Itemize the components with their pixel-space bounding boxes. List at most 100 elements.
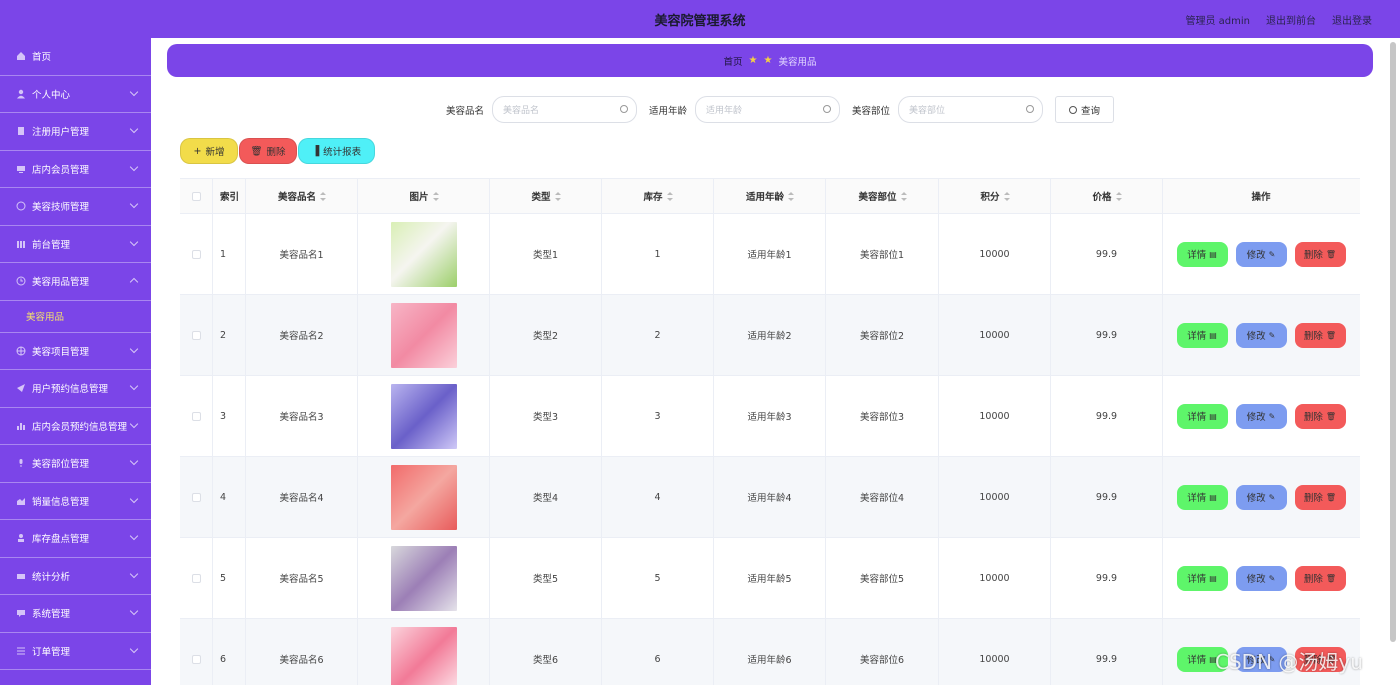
cell-stock: 4 bbox=[602, 457, 714, 537]
sidebar-item-beauty-parts[interactable]: 美容部位管理 bbox=[0, 445, 151, 483]
sort-icon bbox=[1115, 191, 1122, 201]
sidebar-item-member-booking[interactable]: 店内会员预约信息管理 bbox=[0, 408, 151, 445]
product-thumbnail[interactable] bbox=[390, 464, 457, 530]
sidebar-item-user-booking[interactable]: 用户预约信息管理 bbox=[0, 370, 151, 408]
cell-name: 美容品名1 bbox=[246, 214, 358, 294]
edit-button-label: 修改 bbox=[1246, 574, 1266, 585]
sidebar-item-home[interactable]: 首页 bbox=[0, 38, 151, 76]
pencil-icon: ✎ bbox=[1268, 492, 1276, 502]
detail-button[interactable]: 详情 ▤ bbox=[1176, 565, 1228, 591]
admin-user-label[interactable]: 管理员 admin bbox=[1185, 12, 1250, 27]
row-checkbox[interactable] bbox=[191, 492, 201, 502]
chevron-down-icon bbox=[129, 124, 139, 134]
col-image[interactable]: 图片 bbox=[358, 179, 490, 213]
row-checkbox-cell bbox=[180, 295, 213, 375]
sidebar-subitem-beauty-products[interactable]: 美容用品 bbox=[0, 301, 151, 333]
detail-button-label: 详情 bbox=[1187, 493, 1207, 504]
cell-type: 类型6 bbox=[490, 619, 602, 685]
detail-button[interactable]: 详情 ▤ bbox=[1176, 241, 1228, 267]
age-search-label: 适用年龄 bbox=[649, 105, 688, 117]
edit-button[interactable]: 修改 ✎ bbox=[1235, 403, 1287, 429]
delete-button[interactable]: 删除 🗑 bbox=[1294, 403, 1346, 429]
sidebar-item-beauty-projects[interactable]: 美容项目管理 bbox=[0, 333, 151, 370]
sidebar-item-sales[interactable]: 销量信息管理 bbox=[0, 483, 151, 520]
sidebar-item-members[interactable]: 店内会员管理 bbox=[0, 151, 151, 188]
chevron-down-icon bbox=[129, 569, 139, 578]
row-checkbox-cell bbox=[180, 538, 213, 618]
col-age[interactable]: 适用年龄 bbox=[714, 179, 826, 213]
batch-delete-button[interactable]: 🗑 删除 bbox=[239, 138, 297, 164]
row-checkbox[interactable] bbox=[191, 411, 201, 421]
select-all-checkbox[interactable] bbox=[191, 191, 201, 201]
sidebar-item-personal[interactable]: 个人中心 bbox=[0, 76, 151, 113]
sidebar-item-statistics[interactable]: 统计分析 bbox=[0, 558, 151, 595]
sidebar-item-orders[interactable]: 订单管理 bbox=[0, 633, 151, 670]
sidebar-item-front-desk[interactable]: 前台管理 bbox=[0, 226, 151, 263]
table-row: 5 美容品名5 类型5 5 适用年龄5 美容部位5 10000 99.9 详情 ▤ 修改 ✎ 删除 🗑 bbox=[180, 538, 1360, 619]
col-points[interactable]: 积分 bbox=[939, 179, 1051, 213]
col-name[interactable]: 美容品名 bbox=[246, 179, 358, 213]
query-button[interactable]: 查询 bbox=[1055, 96, 1115, 123]
col-part-label: 美容部位 bbox=[858, 192, 897, 203]
delete-button[interactable]: 删除 🗑 bbox=[1294, 322, 1346, 348]
toolbar: + 新增 🗑 删除 ▐ 统计报表 bbox=[180, 138, 375, 164]
part-search-label: 美容部位 bbox=[852, 105, 891, 117]
back-to-front-link[interactable]: 退出到前台 bbox=[1266, 12, 1316, 27]
chevron-down-icon bbox=[129, 162, 139, 171]
sidebar-item-technicians[interactable]: 美容技师管理 bbox=[0, 188, 151, 226]
cell-part: 美容部位1 bbox=[826, 214, 939, 294]
name-search-input[interactable]: 美容品名 bbox=[492, 96, 638, 123]
age-search-input[interactable]: 适用年龄 bbox=[695, 96, 841, 123]
delete-button-label: 删除 bbox=[1303, 412, 1323, 423]
product-thumbnail[interactable] bbox=[390, 383, 457, 449]
product-thumbnail[interactable] bbox=[390, 302, 457, 368]
row-checkbox-cell bbox=[180, 376, 213, 456]
row-checkbox[interactable] bbox=[191, 249, 201, 259]
cell-name: 美容品名5 bbox=[246, 538, 358, 618]
delete-button[interactable]: 删除 🗑 bbox=[1294, 241, 1346, 267]
document-icon: ▤ bbox=[1209, 330, 1217, 340]
product-thumbnail[interactable] bbox=[390, 545, 457, 611]
cell-type: 类型4 bbox=[490, 457, 602, 537]
edit-button[interactable]: 修改 ✎ bbox=[1235, 241, 1287, 267]
stats-report-button[interactable]: ▐ 统计报表 bbox=[298, 138, 375, 164]
sidebar-item-inventory[interactable]: 库存盘点管理 bbox=[0, 520, 151, 558]
edit-button[interactable]: 修改 ✎ bbox=[1235, 565, 1287, 591]
col-part[interactable]: 美容部位 bbox=[826, 179, 939, 213]
col-price[interactable]: 价格 bbox=[1051, 179, 1163, 213]
detail-button-label: 详情 bbox=[1187, 250, 1207, 261]
part-search-input[interactable]: 美容部位 bbox=[898, 96, 1044, 123]
delete-button[interactable]: 删除 🗑 bbox=[1294, 565, 1346, 591]
page-scrollbar[interactable] bbox=[1390, 42, 1396, 642]
delete-button-label: 删除 bbox=[1303, 493, 1323, 504]
col-type[interactable]: 类型 bbox=[490, 179, 602, 213]
row-checkbox[interactable] bbox=[191, 573, 201, 583]
sidebar-item-label: 首页 bbox=[32, 52, 52, 64]
product-thumbnail[interactable] bbox=[390, 626, 457, 685]
document-icon: ▤ bbox=[1209, 411, 1217, 421]
detail-button[interactable]: 详情 ▤ bbox=[1176, 322, 1228, 348]
sidebar-item-system[interactable]: 系统管理 bbox=[0, 595, 151, 633]
person-icon bbox=[16, 533, 26, 543]
product-thumbnail[interactable] bbox=[390, 221, 457, 287]
chevron-down-icon bbox=[129, 87, 139, 96]
row-checkbox[interactable] bbox=[191, 330, 201, 340]
breadcrumb-home[interactable]: 首页 bbox=[724, 54, 743, 68]
col-stock[interactable]: 库存 bbox=[602, 179, 714, 213]
detail-button[interactable]: 详情 ▤ bbox=[1176, 484, 1228, 510]
cell-image bbox=[358, 295, 490, 375]
row-checkbox[interactable] bbox=[191, 654, 201, 664]
cell-price: 99.9 bbox=[1051, 376, 1163, 456]
sidebar-item-label: 个人中心 bbox=[32, 89, 71, 101]
delete-button[interactable]: 删除 🗑 bbox=[1294, 484, 1346, 510]
logout-link[interactable]: 退出登录 bbox=[1332, 12, 1372, 27]
detail-button[interactable]: 详情 ▤ bbox=[1176, 403, 1228, 429]
edit-button[interactable]: 修改 ✎ bbox=[1235, 322, 1287, 348]
grid-icon bbox=[16, 239, 26, 249]
cell-age: 适用年龄1 bbox=[714, 214, 826, 294]
sidebar-item-registered-users[interactable]: 注册用户管理 bbox=[0, 113, 151, 151]
add-button[interactable]: + 新增 bbox=[180, 138, 238, 164]
edit-button[interactable]: 修改 ✎ bbox=[1235, 484, 1287, 510]
sidebar-item-beauty-products[interactable]: 美容用品管理 bbox=[0, 263, 151, 301]
chart-icon bbox=[16, 496, 26, 506]
